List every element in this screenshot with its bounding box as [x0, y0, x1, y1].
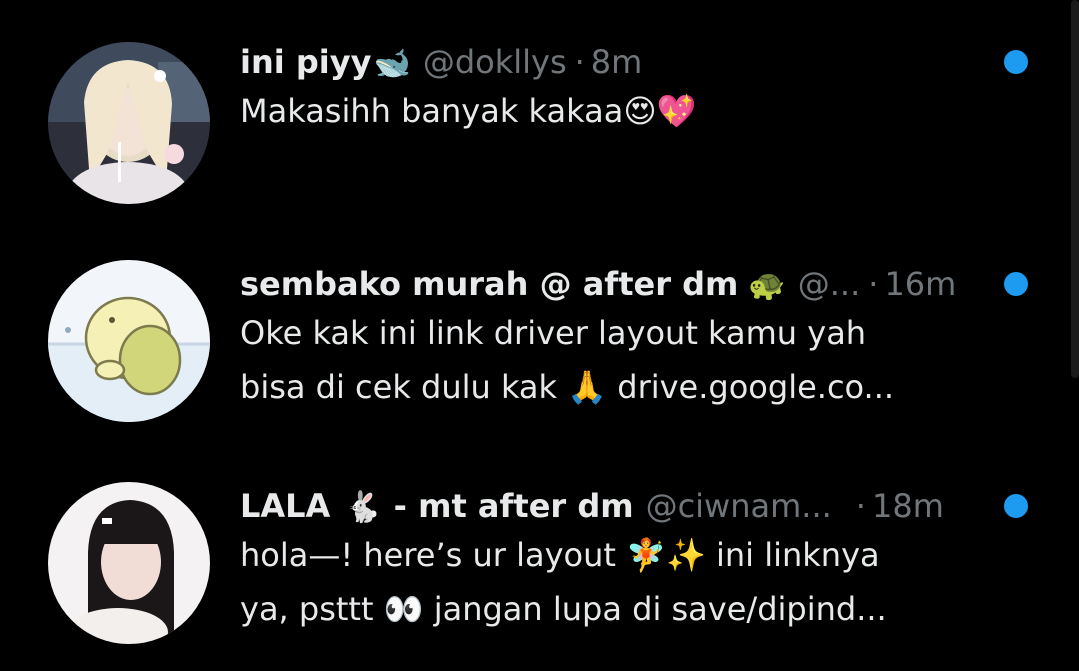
conversation-content: sembako murah @ after dm 🐢 @... · 16m Ok…: [240, 262, 1000, 414]
whale-emoji-icon: 🐋: [373, 46, 411, 81]
timestamp: 16m: [884, 265, 957, 303]
avatar-image: [48, 42, 210, 204]
message-preview-line: Makasihh banyak kakaa😍💖: [240, 92, 697, 130]
conversation-row[interactable]: LALA 🐇 - mt after dm @ciwnam... · 18m ho…: [0, 454, 1079, 671]
conversation-row[interactable]: sembako murah @ after dm 🐢 @... · 16m Ok…: [0, 232, 1079, 454]
sender-name: ini piyy: [240, 43, 372, 81]
message-preview-line: bisa di cek dulu kak 🙏 drive.google.co..…: [240, 368, 895, 406]
avatar-image: [48, 482, 210, 644]
unread-indicator: [1004, 272, 1028, 296]
sender-handle: @dokllys: [422, 43, 567, 81]
sender-handle: @...: [797, 265, 861, 303]
timestamp: 18m: [871, 487, 944, 525]
separator: ·: [855, 487, 866, 525]
message-preview-line: ya, psttt 👀 jangan lupa di save/dipind..…: [240, 590, 887, 628]
separator: ·: [574, 43, 585, 81]
rabbit-emoji-icon: 🐇: [344, 490, 382, 525]
scrollbar[interactable]: [1071, 0, 1079, 378]
avatar[interactable]: [48, 42, 210, 204]
message-preview-line: hola—! here’s ur layout 🧚✨ ini linknya: [240, 536, 880, 574]
unread-indicator: [1004, 494, 1028, 518]
message-preview-line: Oke kak ini link driver layout kamu yah: [240, 314, 867, 352]
turtle-emoji-icon: 🐢: [748, 268, 786, 303]
conversation-header: sembako murah @ after dm 🐢 @... · 16m: [240, 262, 1000, 306]
avatar[interactable]: [48, 482, 210, 644]
sender-name: LALA: [240, 487, 331, 525]
avatar[interactable]: [48, 260, 210, 422]
conversation-row[interactable]: ini piyy 🐋 @dokllys · 8m Makasihh banyak…: [0, 0, 1079, 232]
conversation-header: ini piyy 🐋 @dokllys · 8m: [240, 40, 1000, 84]
dm-conversation-list: ini piyy 🐋 @dokllys · 8m Makasihh banyak…: [0, 0, 1079, 671]
timestamp: 8m: [590, 43, 643, 81]
unread-indicator: [1004, 50, 1028, 74]
conversation-header: LALA 🐇 - mt after dm @ciwnam... · 18m: [240, 484, 1000, 528]
sender-handle: @ciwnam...: [645, 487, 832, 525]
avatar-image: [48, 260, 210, 422]
conversation-content: LALA 🐇 - mt after dm @ciwnam... · 18m ho…: [240, 484, 1000, 636]
separator: ·: [868, 265, 879, 303]
conversation-content: ini piyy 🐋 @dokllys · 8m Makasihh banyak…: [240, 40, 1000, 138]
sender-name: sembako murah @ after dm: [240, 265, 739, 303]
sender-name-suffix: - mt after dm: [393, 487, 634, 525]
